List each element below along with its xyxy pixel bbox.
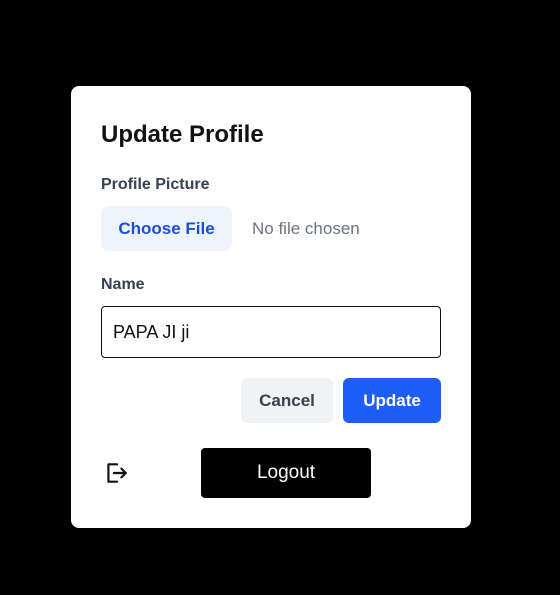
update-button[interactable]: Update — [343, 378, 441, 423]
name-input[interactable] — [101, 306, 441, 358]
profile-picture-label: Profile Picture — [101, 176, 210, 193]
update-profile-dialog: Update Profile Profile Picture Choose Fi… — [71, 86, 471, 528]
name-label: Name — [101, 276, 145, 293]
profile-picture-file-input: Choose File No file chosen — [101, 206, 360, 251]
logout-icon[interactable] — [103, 460, 129, 486]
file-status-text: No file chosen — [252, 218, 360, 238]
logout-button[interactable]: Logout — [201, 448, 371, 498]
choose-file-button[interactable]: Choose File — [101, 206, 232, 251]
dialog-title: Update Profile — [101, 121, 264, 148]
cancel-button[interactable]: Cancel — [241, 378, 333, 423]
